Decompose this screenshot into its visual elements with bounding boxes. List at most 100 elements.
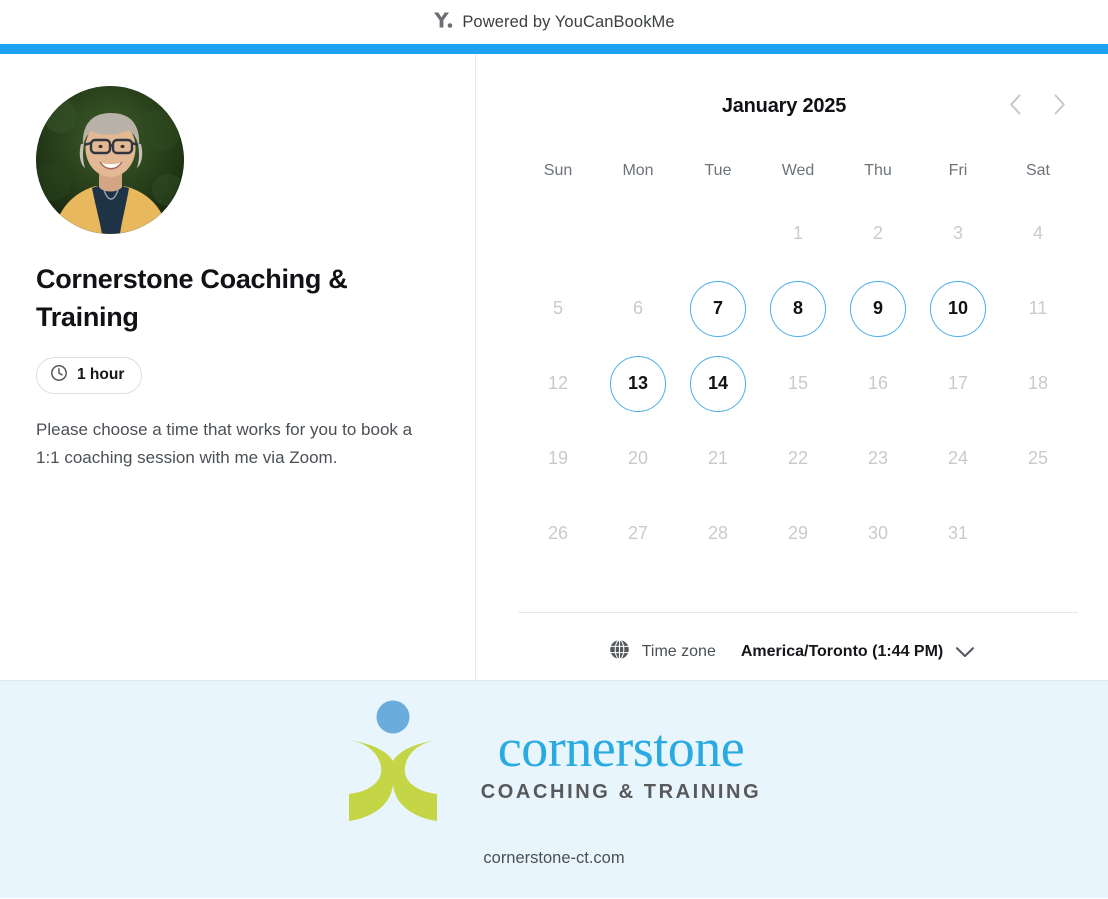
- calendar-day-cell: 23: [838, 421, 918, 496]
- next-month-button[interactable]: [1046, 93, 1072, 119]
- calendar-day-cell: 5: [518, 271, 598, 346]
- timezone-selector[interactable]: Time zone America/Toronto (1:44 PM): [476, 626, 1108, 678]
- brand-wordmark: cornerstone COACHING & TRAINING: [481, 721, 762, 804]
- calendar-day-cell: 12: [518, 346, 598, 421]
- calendar-day-cell[interactable]: 9: [838, 271, 918, 346]
- calendar-day-24: 24: [947, 448, 969, 468]
- footer-url: cornerstone-ct.com: [483, 849, 625, 867]
- weekday-mon: Mon: [622, 162, 654, 179]
- calendar-day-cell: 17: [918, 346, 998, 421]
- calendar-day-cell: 29: [758, 496, 838, 571]
- powered-by-bar: Powered by YouCanBookMe: [0, 0, 1108, 44]
- description-text: Please choose a time that works for you …: [36, 419, 413, 467]
- calendar-day-18: 18: [1027, 373, 1049, 393]
- calendar-day-7[interactable]: 7: [690, 280, 746, 337]
- calendar-day-cell[interactable]: 13: [598, 346, 678, 421]
- weekday-sun: Sun: [543, 162, 573, 179]
- timezone-divider: [518, 612, 1078, 613]
- calendar-day-9[interactable]: 9: [850, 280, 906, 337]
- calendar-empty-cell: [678, 196, 758, 271]
- calendar-day-cell: 3: [918, 196, 998, 271]
- calendar-day-cell: 20: [598, 421, 678, 496]
- calendar-day-cell: 27: [598, 496, 678, 571]
- duration-label: 1 hour: [77, 366, 125, 384]
- booking-page: Powered by YouCanBookMe Cornerstone Coac…: [0, 0, 1108, 899]
- avatar-photo: [36, 86, 184, 234]
- calendar-day-29: 29: [787, 523, 809, 543]
- brand-logo: cornerstone COACHING & TRAINING: [347, 697, 762, 827]
- calendar-day-cell: 25: [998, 421, 1078, 496]
- calendar-day-6: 6: [632, 298, 643, 318]
- calendar-day-31: 31: [947, 523, 969, 543]
- calendar-day-13[interactable]: 13: [610, 355, 666, 412]
- chevron-right-icon: [1053, 94, 1066, 118]
- calendar-day-cell: 19: [518, 421, 598, 496]
- calendar-day-30: 30: [867, 523, 889, 543]
- calendar-day-cell: 11: [998, 271, 1078, 346]
- globe-icon: [609, 639, 630, 665]
- calendar-day-cell[interactable]: 7: [678, 271, 758, 346]
- calendar-day-17: 17: [947, 373, 969, 393]
- calendar-day-2: 2: [872, 223, 883, 243]
- calendar-day-cell: 21: [678, 421, 758, 496]
- chevron-left-icon: [1009, 94, 1022, 118]
- timezone-value: America/Toronto (1:44 PM): [740, 643, 944, 660]
- ycbm-y-logo-icon: [433, 11, 453, 34]
- calendar-day-grid: 1 2 3 4 5 6 7 8 9 10 11 12 13 14 15 16 17 18 19 20 21 22 23 24 2…: [518, 196, 1078, 571]
- weekday-header-row: Sun Mon Tue Wed Thu Fri Sat: [518, 162, 1078, 180]
- calendar-day-cell: 31: [918, 496, 998, 571]
- calendar-day-cell: 24: [918, 421, 998, 496]
- clock-icon: [50, 364, 68, 387]
- calendar-day-28: 28: [707, 523, 729, 543]
- calendar-day-cell: 2: [838, 196, 918, 271]
- calendar-day-21: 21: [707, 448, 729, 468]
- calendar-nav: [1002, 93, 1078, 119]
- calendar-day-4: 4: [1032, 223, 1043, 243]
- calendar-day-cell: 18: [998, 346, 1078, 421]
- accent-strip: [0, 44, 1108, 54]
- powered-by-label: Powered by YouCanBookMe: [462, 12, 675, 31]
- cornerstone-person-logo-icon: [347, 699, 439, 826]
- weekday-tue: Tue: [704, 162, 732, 179]
- calendar-day-11: 11: [1028, 298, 1048, 318]
- calendar-day-19: 19: [547, 448, 569, 468]
- timezone-label: Time zone: [641, 643, 716, 660]
- calendar-day-25: 25: [1027, 448, 1049, 468]
- calendar-day-cell: 28: [678, 496, 758, 571]
- calendar-day-cell: 1: [758, 196, 838, 271]
- weekday-sat: Sat: [1025, 162, 1050, 179]
- calendar-day-cell: 30: [838, 496, 918, 571]
- weekday-fri: Fri: [948, 162, 968, 179]
- calendar-month-label: January 2025: [721, 94, 847, 117]
- footer: cornerstone COACHING & TRAINING cornerst…: [0, 681, 1108, 898]
- calendar-day-cell[interactable]: 14: [678, 346, 758, 421]
- calendar-empty-cell: [598, 196, 678, 271]
- calendar-day-5: 5: [552, 298, 563, 318]
- calendar-day-14[interactable]: 14: [690, 355, 746, 412]
- chevron-down-icon[interactable]: [955, 646, 975, 659]
- profile-panel: Cornerstone Coaching & Training 1 hour P…: [0, 54, 476, 680]
- calendar-day-cell[interactable]: 8: [758, 271, 838, 346]
- calendar-day-cell: 15: [758, 346, 838, 421]
- calendar-day-10[interactable]: 10: [930, 280, 986, 337]
- weekday-wed: Wed: [781, 162, 815, 179]
- calendar-panel: January 2025 Sun Mon Tue Wed Thu Fri Sat…: [476, 54, 1108, 680]
- calendar-day-1: 1: [792, 223, 803, 243]
- calendar-day-cell[interactable]: 10: [918, 271, 998, 346]
- calendar-day-3: 3: [952, 223, 963, 243]
- booking-card: Cornerstone Coaching & Training 1 hour P…: [0, 54, 1108, 681]
- prev-month-button[interactable]: [1002, 93, 1028, 119]
- calendar-empty-cell: [518, 196, 598, 271]
- calendar-day-15: 15: [787, 373, 809, 393]
- calendar-day-20: 20: [627, 448, 649, 468]
- weekday-thu: Thu: [864, 162, 892, 179]
- calendar-day-8[interactable]: 8: [770, 280, 826, 337]
- brand-name: cornerstone: [497, 717, 745, 778]
- calendar-day-23: 23: [867, 448, 889, 468]
- calendar-day-12: 12: [547, 373, 569, 393]
- calendar-day-cell: 16: [838, 346, 918, 421]
- calendar-day-27: 27: [627, 523, 649, 543]
- brand-tagline: COACHING & TRAINING: [480, 780, 762, 803]
- duration-badge: 1 hour: [36, 356, 143, 394]
- calendar-day-cell: 22: [758, 421, 838, 496]
